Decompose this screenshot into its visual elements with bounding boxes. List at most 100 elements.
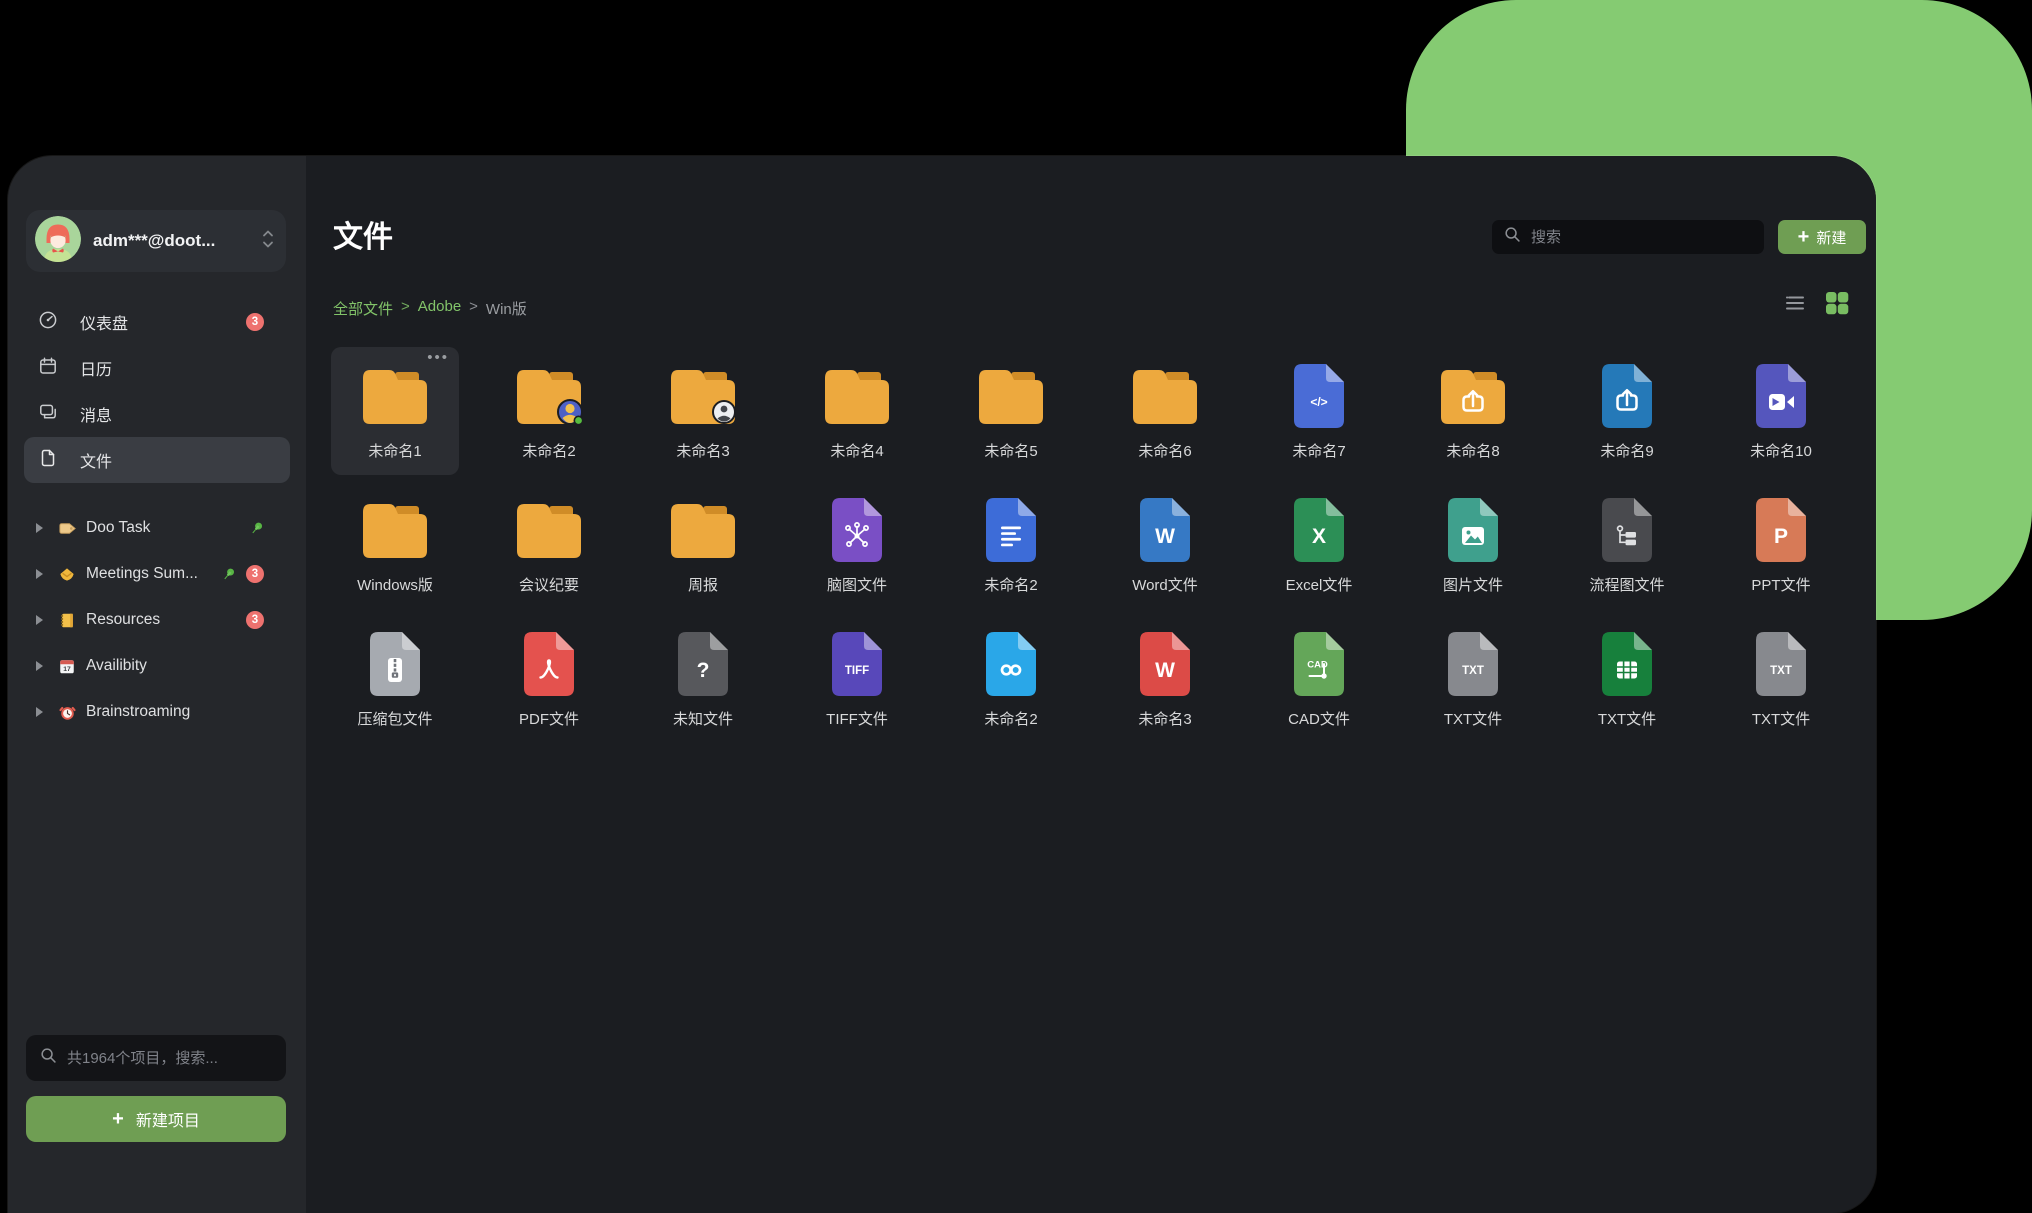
folder-card[interactable]: 未命名5 — [947, 347, 1075, 475]
breadcrumb-link[interactable]: 全部文件 — [333, 298, 393, 319]
handshake-icon — [57, 565, 77, 584]
file-card[interactable]: TXTTXT文件 — [1409, 615, 1537, 743]
folder-card[interactable]: 未命名2 — [485, 347, 613, 475]
unread-badge: 3 — [246, 313, 264, 331]
file-search-input[interactable] — [1531, 229, 1752, 246]
file-type-icon: ? — [678, 627, 728, 701]
project-item[interactable]: Brainstroaming — [24, 689, 290, 735]
file-card[interactable]: ? 未知文件 — [639, 615, 767, 743]
file-card[interactable]: 流程图文件 — [1563, 481, 1691, 609]
file-name: TXT文件 — [1752, 708, 1810, 729]
folder-icon — [361, 359, 429, 433]
message-icon — [38, 402, 58, 427]
file-card[interactable]: </>未命名7 — [1255, 347, 1383, 475]
project-item[interactable]: Doo Task — [24, 505, 290, 551]
file-card[interactable]: PPPT文件 — [1717, 481, 1845, 609]
user-email: adm***@doot... — [93, 231, 262, 251]
expand-caret-icon[interactable] — [36, 661, 43, 671]
unread-badge: 3 — [246, 611, 264, 629]
file-card[interactable]: WWord文件 — [1101, 481, 1229, 609]
new-file-button[interactable]: + 新建 — [1778, 220, 1866, 254]
file-card[interactable]: W 未命名3 — [1101, 615, 1229, 743]
file-name: 未命名3 — [1138, 708, 1191, 729]
file-name: 未知文件 — [673, 708, 733, 729]
file-card[interactable]: TXT TXT文件 — [1717, 615, 1845, 743]
file-type-icon: TIFF — [832, 627, 882, 701]
list-view-icon[interactable] — [1784, 293, 1806, 313]
folder-card[interactable]: 未命名6 — [1101, 347, 1229, 475]
folder-card[interactable]: 会议纪要 — [485, 481, 613, 609]
file-card[interactable]: 未命名2 — [947, 615, 1075, 743]
project-item[interactable]: Meetings Sum...3 — [24, 551, 290, 597]
sidebar-item-message[interactable]: 消息 — [24, 391, 290, 437]
file-type-icon — [1602, 627, 1652, 701]
file-type-icon: TXT — [1756, 627, 1806, 701]
file-name: 未命名10 — [1750, 440, 1812, 461]
file-name: 未命名2 — [984, 708, 1037, 729]
file-card[interactable]: CADCAD文件 — [1255, 615, 1383, 743]
plus-icon: + — [112, 1109, 124, 1129]
file-card[interactable]: 未命名9 — [1563, 347, 1691, 475]
folder-card[interactable]: •••未命名1 — [331, 347, 459, 475]
folder-icon — [361, 493, 429, 567]
file-type-icon — [1448, 493, 1498, 567]
file-card[interactable]: 脑图文件 — [793, 481, 921, 609]
file-card[interactable]: TXT文件 — [1563, 615, 1691, 743]
folder-card[interactable]: 未命名3 — [639, 347, 767, 475]
project-search[interactable] — [26, 1035, 286, 1081]
sidebar-item-label: 日历 — [80, 356, 112, 380]
file-name: 脑图文件 — [827, 574, 887, 595]
tag-icon — [57, 519, 77, 538]
folder-card[interactable]: 未命名8 — [1409, 347, 1537, 475]
folder-card[interactable]: Windows版 — [331, 481, 459, 609]
unread-badge: 3 — [246, 565, 264, 583]
calendar17-icon: 17 — [57, 657, 77, 676]
file-card[interactable]: XExcel文件 — [1255, 481, 1383, 609]
project-label: Availibity — [86, 657, 147, 675]
file-card[interactable]: PDF文件 — [485, 615, 613, 743]
file-name: Windows版 — [357, 574, 433, 595]
file-card[interactable]: 图片文件 — [1409, 481, 1537, 609]
expand-caret-icon[interactable] — [36, 707, 43, 717]
sidebar-item-dashboard[interactable]: 仪表盘3 — [24, 299, 290, 345]
project-search-input[interactable] — [67, 1050, 272, 1067]
folder-icon — [977, 359, 1045, 433]
file-card[interactable]: 未命名2 — [947, 481, 1075, 609]
breadcrumb-link[interactable]: Adobe — [418, 298, 461, 319]
file-name: 未命名7 — [1292, 440, 1345, 461]
file-card[interactable]: TIFFTIFF文件 — [793, 615, 921, 743]
folder-icon — [823, 359, 891, 433]
file-type-icon — [524, 627, 574, 701]
alarm-icon — [57, 703, 77, 722]
folder-card[interactable]: 未命名4 — [793, 347, 921, 475]
sidebar-item-label: 文件 — [80, 448, 112, 472]
folder-card[interactable]: 周报 — [639, 481, 767, 609]
file-name: CAD文件 — [1288, 708, 1350, 729]
file-type-icon: W — [1140, 627, 1190, 701]
plus-icon: + — [1798, 227, 1810, 247]
sidebar-item-file[interactable]: 文件 — [24, 437, 290, 483]
expand-caret-icon[interactable] — [36, 615, 43, 625]
folder-icon — [515, 359, 583, 433]
file-type-icon — [1756, 359, 1806, 433]
project-item[interactable]: Resources3 — [24, 597, 290, 643]
more-menu-icon[interactable]: ••• — [427, 349, 449, 366]
svg-text:?: ? — [697, 659, 710, 682]
sidebar-item-calendar[interactable]: 日历 — [24, 345, 290, 391]
grid-view-icon[interactable] — [1824, 290, 1850, 316]
calendar-icon — [38, 356, 58, 381]
file-type-icon: TXT — [1448, 627, 1498, 701]
file-card[interactable]: 未命名10 — [1717, 347, 1845, 475]
pin-icon — [249, 521, 264, 536]
sidebar-item-label: 消息 — [80, 402, 112, 426]
expand-caret-icon[interactable] — [36, 523, 43, 533]
search-icon — [40, 1047, 57, 1069]
file-card[interactable]: 压缩包文件 — [331, 615, 459, 743]
file-type-icon — [986, 627, 1036, 701]
sidebar-nav: 仪表盘3 日历消息文件 — [24, 299, 290, 483]
expand-caret-icon[interactable] — [36, 569, 43, 579]
user-account-button[interactable]: adm***@doot... — [26, 210, 286, 272]
project-item[interactable]: 17 Availibity — [24, 643, 290, 689]
new-project-button[interactable]: + 新建项目 — [26, 1096, 286, 1142]
file-search[interactable] — [1492, 220, 1764, 254]
